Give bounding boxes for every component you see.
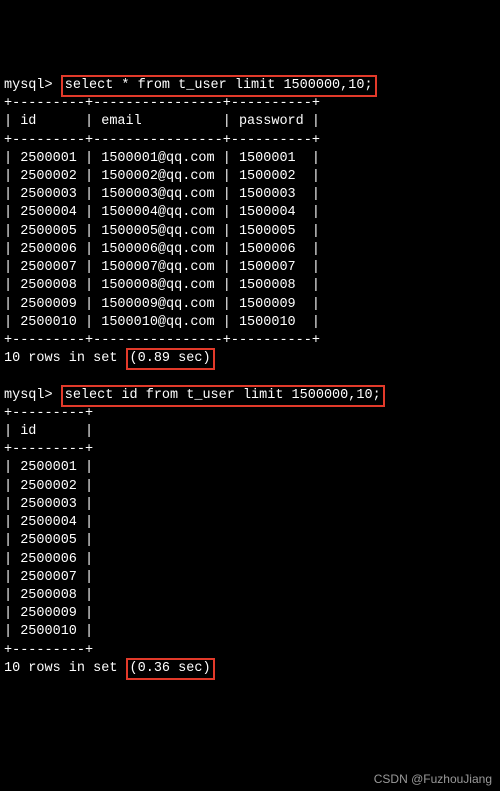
sql-query-1: select * from t_user limit 1500000,10; bbox=[61, 75, 377, 97]
mysql-prompt: mysql> bbox=[4, 388, 53, 403]
query-timing-1: (0.89 sec) bbox=[126, 348, 215, 370]
sql-query-2: select id from t_user limit 1500000,10; bbox=[61, 385, 385, 407]
result-row-count: 10 rows in set bbox=[4, 351, 126, 366]
mysql-prompt: mysql> bbox=[4, 78, 53, 93]
terminal-output: mysql> select * from t_user limit 150000… bbox=[4, 77, 496, 678]
query-timing-2: (0.36 sec) bbox=[126, 658, 215, 680]
result-row-count: 10 rows in set bbox=[4, 661, 126, 676]
watermark: CSDN @FuzhouJiang bbox=[374, 771, 492, 787]
